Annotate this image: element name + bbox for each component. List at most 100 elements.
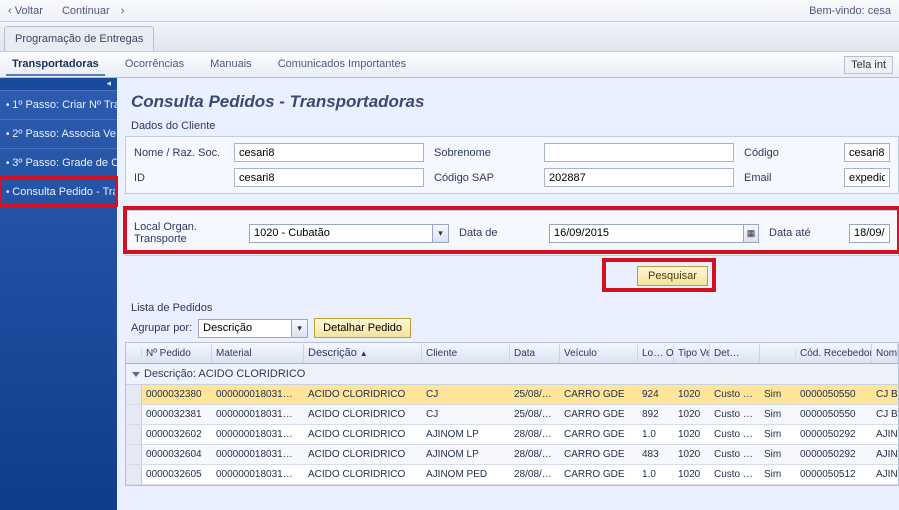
lista-label: Lista de Pedidos — [131, 302, 899, 314]
td-data: 28/08/… — [510, 445, 560, 464]
grid-group[interactable]: Descrição: ACIDO CLORIDRICO — [126, 364, 898, 385]
grid-header: Nº Pedido Material Descrição ▲ Cliente D… — [126, 343, 898, 364]
td-cliente: CJ — [422, 405, 510, 424]
td-material: 000000018031… — [212, 405, 304, 424]
label-sobrenome: Sobrenome — [434, 147, 534, 159]
th-descricao[interactable]: Descrição ▲ — [304, 343, 422, 363]
table-row[interactable]: 0000032602000000018031…ACIDO CLORIDRICOA… — [126, 425, 898, 445]
row-handle[interactable] — [126, 405, 142, 424]
td-desc: ACIDO CLORIDRICO — [304, 405, 422, 424]
subtab-comunicados[interactable]: Comunicados Importantes — [272, 54, 412, 76]
th-local[interactable]: Lo… Or… — [638, 344, 674, 363]
th-nomerecebedor[interactable]: Nome do Recebedor — [872, 344, 898, 363]
th-material[interactable]: Material — [212, 344, 304, 363]
select-local[interactable] — [249, 224, 433, 243]
input-email[interactable] — [844, 168, 890, 187]
td-data: 28/08/… — [510, 425, 560, 444]
table-row[interactable]: 0000032381000000018031…ACIDO CLORIDRICOC… — [126, 405, 898, 425]
td-venda: Custo … — [710, 445, 760, 464]
label-agrupar: Agrupar por: — [131, 322, 192, 334]
td-material: 000000018031… — [212, 445, 304, 464]
chevron-down-icon[interactable]: ▾ — [433, 224, 449, 243]
label-nome: Nome / Raz. Soc. — [134, 147, 224, 159]
td-lo: 892 — [638, 405, 674, 424]
calendar-icon[interactable]: ▦ — [744, 224, 759, 243]
th-det[interactable]: Det… — [710, 344, 760, 363]
th-veiculo[interactable]: Veículo — [560, 344, 638, 363]
td-venda: Custo … — [710, 465, 760, 484]
td-venda: Custo … — [710, 425, 760, 444]
td-det: Sim — [760, 385, 796, 404]
th-pedido[interactable]: Nº Pedido — [142, 344, 212, 363]
td-cod: 0000050550 — [796, 385, 872, 404]
td-pedido: 0000032380 — [142, 385, 212, 404]
td-lo: 1.0 — [638, 425, 674, 444]
th-selector[interactable] — [126, 349, 142, 357]
th-codrecebedor[interactable]: Cód. Recebedor — [796, 344, 872, 363]
td-pedido: 0000032605 — [142, 465, 212, 484]
table-row[interactable]: 0000032605000000018031…ACIDO CLORIDRICOA… — [126, 465, 898, 485]
subtab-transportadoras[interactable]: Transportadoras — [6, 54, 105, 76]
td-nome: AJINOMOTO BRASIL IND.COM.AL — [872, 445, 898, 464]
subtab-manuais[interactable]: Manuais — [204, 54, 258, 76]
label-local: Local Organ. Transporte — [134, 221, 239, 245]
td-tipo: 1020 — [674, 465, 710, 484]
td-material: 000000018031… — [212, 425, 304, 444]
sidebar-item-passo2[interactable]: • 2º Passo: Associa Veículo Motor — [0, 119, 117, 148]
td-cod: 0000050512 — [796, 465, 872, 484]
td-venda: Custo … — [710, 385, 760, 404]
th-data[interactable]: Data — [510, 344, 560, 363]
label-codigo: Código — [744, 147, 834, 159]
th-cliente[interactable]: Cliente — [422, 344, 510, 363]
row-handle[interactable] — [126, 385, 142, 404]
td-tipo: 1020 — [674, 405, 710, 424]
input-datade[interactable] — [549, 224, 744, 243]
caret-down-icon — [132, 372, 140, 377]
th-tipovenda[interactable]: Tipo Venda — [674, 344, 710, 363]
subtab-ocorrencias[interactable]: Ocorrências — [119, 54, 190, 76]
input-dataate[interactable] — [849, 224, 890, 243]
td-cod: 0000050292 — [796, 445, 872, 464]
input-sobrenome[interactable] — [544, 143, 734, 162]
next-link[interactable]: Continuar › — [62, 5, 124, 17]
input-codigo[interactable] — [844, 143, 890, 162]
table-row[interactable]: 0000032604000000018031…ACIDO CLORIDRICOA… — [126, 445, 898, 465]
sidebar: ◂ • 1º Passo: Criar Nº Transporte • 2º P… — [0, 78, 117, 510]
welcome-text: Bem-vindo: cesa — [809, 5, 891, 17]
label-codsap: Código SAP — [434, 172, 534, 184]
input-nome[interactable] — [234, 143, 424, 162]
td-desc: ACIDO CLORIDRICO — [304, 425, 422, 444]
td-pedido: 0000032602 — [142, 425, 212, 444]
back-link[interactable]: ‹ Voltar — [8, 5, 51, 17]
detalhar-button[interactable]: Detalhar Pedido — [314, 318, 411, 338]
sidebar-item-consulta[interactable]: • Consulta Pedido - Transportador — [0, 177, 117, 206]
select-agrupar[interactable] — [198, 319, 292, 338]
td-cliente: AJINOM LP — [422, 425, 510, 444]
row-handle[interactable] — [126, 465, 142, 484]
sidebar-collapse-icon[interactable]: ◂ — [0, 78, 117, 90]
input-codsap[interactable] — [544, 168, 734, 187]
label-id: ID — [134, 172, 224, 184]
row-handle[interactable] — [126, 425, 142, 444]
td-veic: CARRO GDE — [560, 385, 638, 404]
tab-programacao[interactable]: Programação de Entregas — [4, 26, 154, 51]
td-data: 25/08/… — [510, 385, 560, 404]
sidebar-item-passo1[interactable]: • 1º Passo: Criar Nº Transporte — [0, 90, 117, 119]
grid-pedidos: Nº Pedido Material Descrição ▲ Cliente D… — [125, 342, 899, 486]
th-blank[interactable] — [760, 349, 796, 357]
td-det: Sim — [760, 425, 796, 444]
sort-asc-icon: ▲ — [360, 349, 368, 358]
table-row[interactable]: 0000032380000000018031…ACIDO CLORIDRICOC… — [126, 385, 898, 405]
td-det: Sim — [760, 445, 796, 464]
chevron-down-icon[interactable]: ▾ — [292, 319, 308, 338]
td-det: Sim — [760, 405, 796, 424]
row-handle[interactable] — [126, 445, 142, 464]
tela-inteira-button[interactable]: Tela int — [844, 56, 893, 74]
td-material: 000000018031… — [212, 385, 304, 404]
label-email: Email — [744, 172, 834, 184]
pesquisar-button[interactable]: Pesquisar — [637, 266, 708, 286]
section-cliente-label: Dados do Cliente — [125, 120, 899, 132]
td-pedido: 0000032381 — [142, 405, 212, 424]
input-id[interactable] — [234, 168, 424, 187]
sidebar-item-passo3[interactable]: • 3º Passo: Grade de Chegada — [0, 148, 117, 177]
